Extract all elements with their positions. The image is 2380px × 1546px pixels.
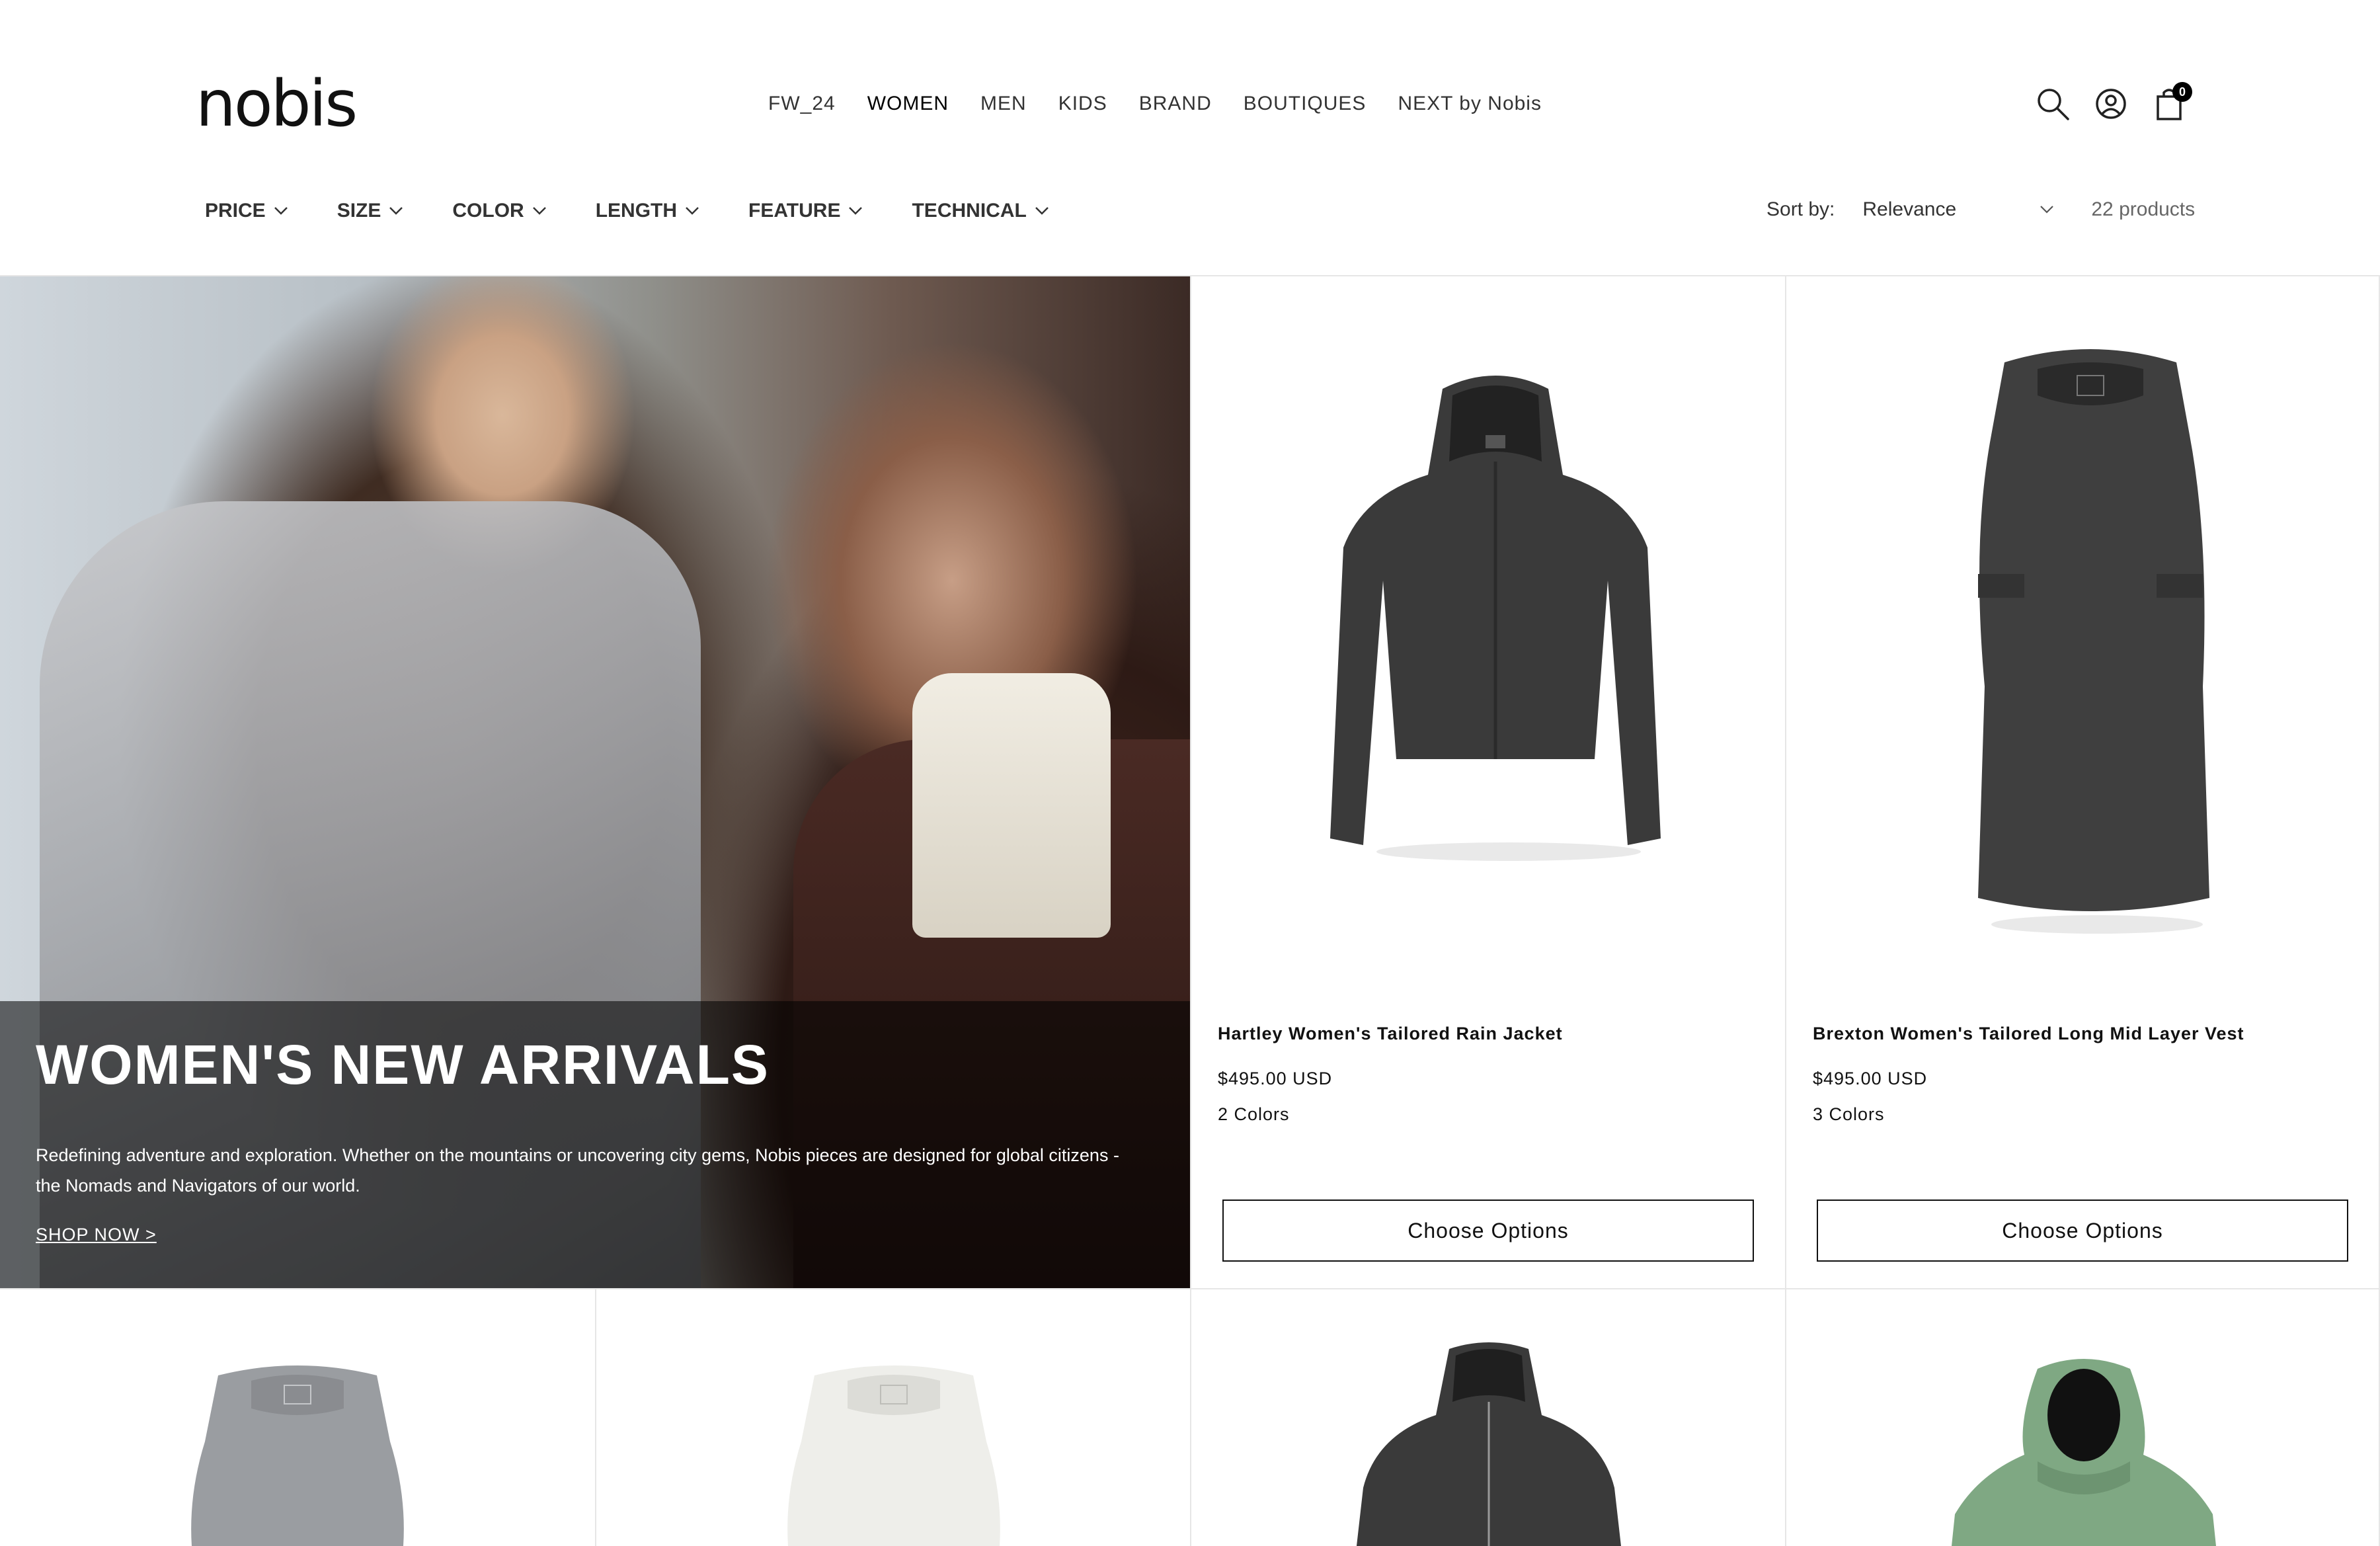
nav-item-fw24[interactable]: FW_24: [768, 93, 836, 115]
product-card: [596, 1289, 1190, 1546]
site-header: nobis FW_24 WOMEN MEN KIDS BRAND BOUTIQU…: [0, 0, 2380, 276]
hero-description: Redefining adventure and exploration. Wh…: [36, 1145, 1119, 1196]
filter-size[interactable]: SIZE: [337, 200, 404, 222]
product-name[interactable]: Brexton Women's Tailored Long Mid Layer …: [1813, 1024, 2244, 1044]
nav-item-women[interactable]: WOMEN: [867, 93, 949, 115]
filter-color[interactable]: COLOR: [452, 200, 546, 222]
user-icon[interactable]: [2092, 85, 2130, 123]
product-name[interactable]: Hartley Women's Tailored Rain Jacket: [1218, 1024, 1563, 1044]
brand-logo[interactable]: nobis: [196, 67, 358, 140]
rain-jacket-image[interactable]: [1317, 362, 1674, 865]
header-icons: 0: [2034, 82, 2192, 123]
product-card: [0, 1289, 595, 1546]
filter-feature[interactable]: FEATURE: [748, 200, 863, 222]
product-price: $495.00 USD: [1218, 1069, 1333, 1088]
green-jacket-image[interactable]: [1952, 1356, 2216, 1546]
choose-options-button[interactable]: Choose Options: [1817, 1200, 2348, 1262]
sort-selected-value: Relevance: [1862, 198, 1957, 220]
chevron-down-icon: [389, 207, 403, 215]
chevron-down-icon: [849, 207, 863, 215]
filter-technical[interactable]: TECHNICAL: [912, 200, 1049, 222]
chevron-down-icon: [274, 207, 288, 215]
filter-label: LENGTH: [595, 200, 678, 222]
filter-length[interactable]: LENGTH: [596, 200, 699, 222]
product-colors[interactable]: 2 Colors: [1218, 1104, 1290, 1125]
search-icon[interactable]: [2034, 85, 2072, 123]
sort-select[interactable]: Relevance: [1862, 198, 2054, 221]
filter-label: FEATURE: [748, 200, 841, 222]
black-jacket-image[interactable]: [1357, 1342, 1621, 1546]
nav-item-men[interactable]: MEN: [980, 93, 1027, 115]
nav-item-brand[interactable]: BRAND: [1139, 93, 1212, 115]
nav-item-kids[interactable]: KIDS: [1058, 93, 1107, 115]
product-colors[interactable]: 3 Colors: [1813, 1104, 1885, 1125]
hero-photo-sweater: [912, 673, 1111, 938]
shop-now-link[interactable]: SHOP NOW >: [36, 1225, 157, 1245]
white-vest-image[interactable]: [775, 1362, 1013, 1546]
product-card: [1786, 1289, 2379, 1546]
product-card: [1191, 1289, 1785, 1546]
product-card: Brexton Women's Tailored Long Mid Layer …: [1786, 276, 2379, 1288]
chevron-down-icon: [1035, 207, 1049, 215]
hero-banner[interactable]: WOMEN'S NEW ARRIVALS Redefining adventur…: [0, 276, 1190, 1288]
chevron-down-icon: [686, 207, 699, 215]
nav-item-next-by-nobis[interactable]: NEXT by Nobis: [1398, 93, 1542, 115]
product-count: 22 products: [2091, 198, 2196, 220]
chevron-down-icon: [2040, 206, 2054, 214]
choose-options-button[interactable]: Choose Options: [1222, 1200, 1754, 1262]
sort-bar: Sort by: Relevance 22 products: [1766, 198, 2195, 221]
cart-count-badge: 0: [2172, 82, 2192, 102]
product-price: $495.00 USD: [1813, 1069, 1928, 1088]
sort-label: Sort by:: [1766, 198, 1835, 220]
filter-label: COLOR: [452, 200, 524, 222]
filter-price[interactable]: PRICE: [205, 200, 288, 222]
chevron-down-icon: [532, 207, 546, 215]
grey-vest-image[interactable]: [178, 1362, 416, 1546]
filter-label: SIZE: [337, 200, 381, 222]
filter-label: PRICE: [205, 200, 266, 222]
bag-icon[interactable]: 0: [2150, 82, 2192, 123]
long-vest-image[interactable]: [1965, 343, 2216, 938]
filter-label: TECHNICAL: [912, 200, 1027, 222]
main-nav: FW_24 WOMEN MEN KIDS BRAND BOUTIQUES NEX…: [768, 87, 1542, 120]
product-card: Hartley Women's Tailored Rain Jacket $49…: [1191, 276, 1785, 1288]
nav-item-boutiques[interactable]: BOUTIQUES: [1244, 93, 1367, 115]
hero-title: WOMEN'S NEW ARRIVALS: [36, 1034, 770, 1096]
filter-bar: PRICE SIZE COLOR LENGTH FEATURE TECHNICA…: [205, 200, 1098, 222]
